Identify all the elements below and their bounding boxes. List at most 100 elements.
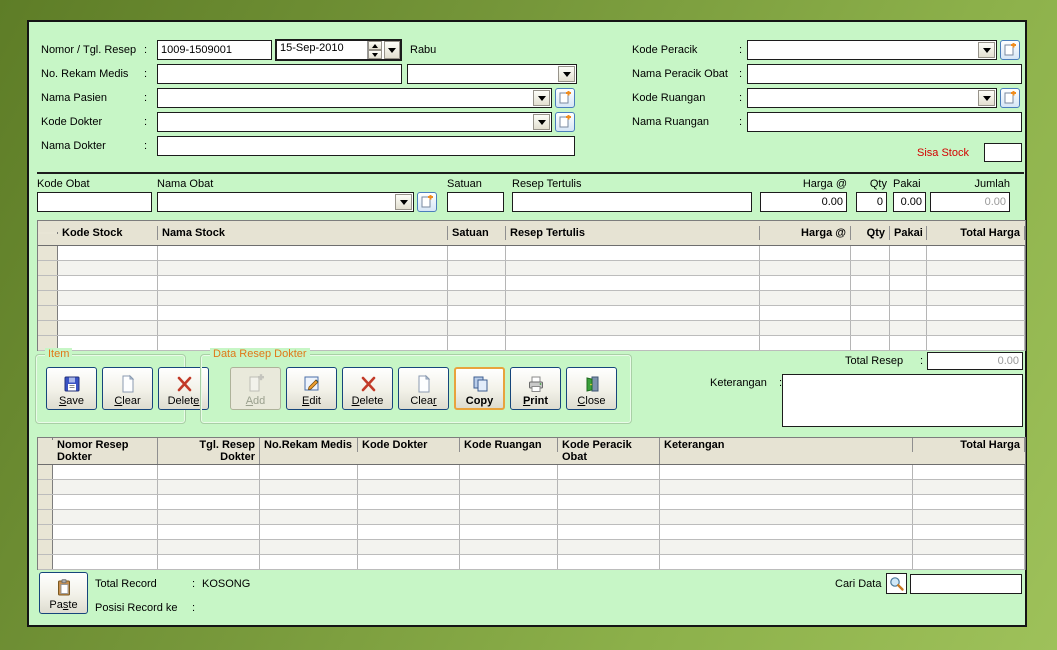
close-button[interactable]: Close: [566, 367, 617, 410]
table-cell: [158, 495, 260, 509]
table-row[interactable]: [38, 480, 1025, 495]
kode-obat-label: Kode Obat: [37, 178, 90, 190]
print-button[interactable]: Print: [510, 367, 561, 410]
table-cell: [760, 306, 851, 320]
section-divider: [37, 172, 1024, 174]
pakai-input[interactable]: [893, 192, 926, 212]
nama-pasien-label: Nama Pasien:: [41, 92, 147, 104]
table-cell: [660, 495, 913, 509]
col-rekam-medis: No.Rekam Medis: [260, 438, 358, 452]
harga-input[interactable]: [760, 192, 847, 212]
add-pasien-button[interactable]: [555, 88, 575, 108]
delete-item-button-label: Delete: [168, 395, 200, 407]
table-row[interactable]: [38, 246, 1025, 261]
copy-button[interactable]: Copy: [454, 367, 505, 410]
satuan-input[interactable]: [447, 192, 504, 212]
search-icon: [888, 575, 905, 592]
row-selector: [38, 261, 58, 275]
nama-dokter-input[interactable]: [157, 136, 575, 156]
new-document-icon: [558, 115, 572, 129]
table-row[interactable]: [38, 465, 1025, 480]
table-cell: [913, 480, 1025, 494]
table-cell: [660, 555, 913, 569]
table-cell: [913, 495, 1025, 509]
date-dropdown-icon[interactable]: [384, 41, 400, 59]
kode-peracik-combo[interactable]: [747, 40, 997, 60]
rekam-medis-combo[interactable]: [407, 64, 577, 84]
new-document-icon: [420, 195, 434, 209]
chevron-down-icon[interactable]: [533, 114, 550, 130]
table-row[interactable]: [38, 306, 1025, 321]
spinner-down-icon[interactable]: [368, 50, 382, 59]
nama-ruangan-input[interactable]: [747, 112, 1022, 132]
nomor-resep-input[interactable]: [157, 40, 272, 60]
add-ruangan-button[interactable]: [1000, 88, 1020, 108]
table-cell: [53, 495, 158, 509]
row-selector-header: [38, 438, 53, 440]
table-row[interactable]: [38, 321, 1025, 336]
data-resep-group-label: Data Resep Dokter: [210, 348, 310, 360]
resep-tertulis-input[interactable]: [512, 192, 752, 212]
table-cell: [927, 321, 1025, 335]
kode-dokter-combo[interactable]: [157, 112, 552, 132]
clear-resep-button[interactable]: Clear: [398, 367, 449, 410]
chevron-down-icon[interactable]: [978, 42, 995, 58]
spinner-up-icon[interactable]: [368, 41, 382, 50]
kode-obat-input[interactable]: [37, 192, 152, 212]
table-cell: [927, 276, 1025, 290]
clear-item-button[interactable]: Clear: [102, 367, 153, 410]
kode-ruangan-combo[interactable]: [747, 88, 997, 108]
search-button[interactable]: [886, 573, 907, 594]
paste-button[interactable]: Paste: [39, 572, 88, 614]
blank-page-icon: [414, 374, 434, 394]
table-cell: [460, 555, 558, 569]
add-dokter-button[interactable]: [555, 112, 575, 132]
table-cell: [158, 276, 448, 290]
nama-peracik-input[interactable]: [747, 64, 1022, 84]
table-cell: [851, 276, 890, 290]
table-row[interactable]: [38, 555, 1025, 570]
table-cell: [460, 495, 558, 509]
col-kode-peracik: Kode Peracik Obat: [558, 438, 660, 464]
nama-obat-combo[interactable]: [157, 192, 414, 212]
cari-data-input[interactable]: [910, 574, 1022, 594]
copy-pages-icon: [470, 374, 490, 394]
chevron-down-icon[interactable]: [533, 90, 550, 106]
table-row[interactable]: [38, 495, 1025, 510]
save-button[interactable]: Save: [46, 367, 97, 410]
table-row[interactable]: [38, 336, 1025, 351]
kode-peracik-label: Kode Peracik:: [632, 44, 742, 56]
day-name-label: Rabu: [410, 44, 436, 56]
table-cell: [851, 306, 890, 320]
table-row[interactable]: [38, 525, 1025, 540]
chevron-down-icon[interactable]: [558, 66, 575, 82]
delete-x-icon: [174, 374, 194, 394]
delete-resep-button[interactable]: Delete: [342, 367, 393, 410]
table-row[interactable]: [38, 510, 1025, 525]
edit-button[interactable]: Edit: [286, 367, 337, 410]
sisa-stock-input[interactable]: [984, 143, 1022, 162]
nama-pasien-combo[interactable]: [157, 88, 552, 108]
jumlah-input: [930, 192, 1010, 212]
qty-input[interactable]: [856, 192, 887, 212]
chevron-down-icon[interactable]: [978, 90, 995, 106]
chevron-down-icon[interactable]: [395, 194, 412, 210]
kode-ruangan-label: Kode Ruangan:: [632, 92, 742, 104]
table-row[interactable]: [38, 261, 1025, 276]
copy-button-label: Copy: [466, 395, 494, 407]
table-cell: [358, 480, 460, 494]
table-row[interactable]: [38, 276, 1025, 291]
add-peracik-button[interactable]: [1000, 40, 1020, 60]
tgl-resep-datepicker[interactable]: 15-Sep-2010: [275, 39, 402, 61]
blank-page-icon: [118, 374, 138, 394]
table-cell: [358, 510, 460, 524]
table-row[interactable]: [38, 291, 1025, 306]
keterangan-textarea[interactable]: [782, 374, 1023, 427]
rekam-medis-input[interactable]: [157, 64, 402, 84]
table-cell: [158, 291, 448, 305]
add-obat-button[interactable]: [417, 192, 437, 212]
table-cell: [760, 336, 851, 350]
save-button-label: Save: [59, 395, 84, 407]
table-row[interactable]: [38, 540, 1025, 555]
total-record-label: Total Record:: [95, 578, 195, 590]
